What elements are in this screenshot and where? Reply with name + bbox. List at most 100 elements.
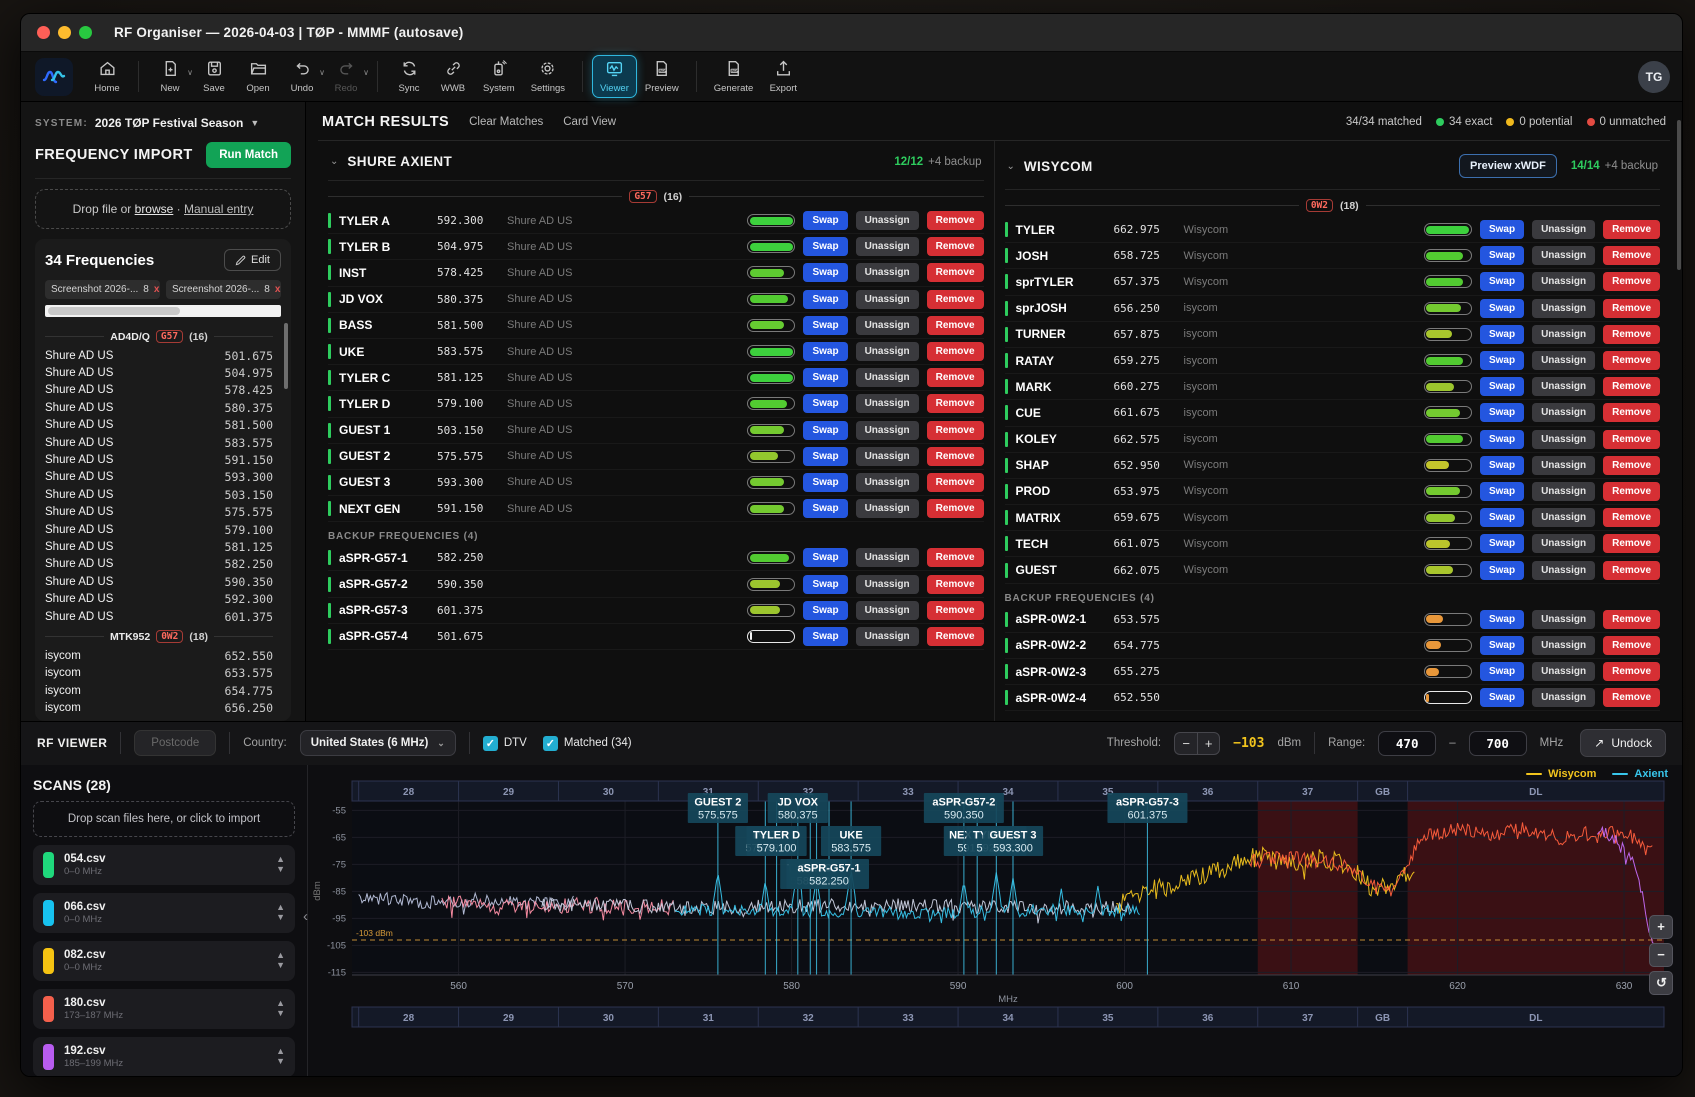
reorder-arrows[interactable]: ▲▼ xyxy=(276,999,285,1018)
scrollbar-thumb[interactable] xyxy=(48,307,180,315)
close-window-button[interactable] xyxy=(37,26,50,39)
unassign-button[interactable]: Unassign xyxy=(856,342,919,361)
swap-button[interactable]: Swap xyxy=(1480,662,1524,681)
swap-button[interactable]: Swap xyxy=(803,211,847,230)
frequency-list-row[interactable]: Shure AD US575.575 xyxy=(45,504,273,521)
unassign-button[interactable]: Unassign xyxy=(856,473,919,492)
unassign-button[interactable]: Unassign xyxy=(1532,403,1595,422)
unassign-button[interactable]: Unassign xyxy=(856,263,919,282)
swap-button[interactable]: Swap xyxy=(803,237,847,256)
checkbox-icon[interactable]: ✓ xyxy=(543,736,558,751)
toolbar-sync-button[interactable]: Sync xyxy=(388,56,430,97)
frequency-list-row[interactable]: Shure AD US590.350 xyxy=(45,573,273,590)
swap-button[interactable]: Swap xyxy=(803,575,847,594)
unassign-button[interactable]: Unassign xyxy=(856,575,919,594)
swap-button[interactable]: Swap xyxy=(1480,534,1524,553)
remove-button[interactable]: Remove xyxy=(927,548,984,567)
remove-button[interactable]: Remove xyxy=(927,575,984,594)
unassign-button[interactable]: Unassign xyxy=(856,368,919,387)
zoom-out-button[interactable]: − xyxy=(1649,943,1673,967)
scan-color-swatch[interactable] xyxy=(43,996,54,1022)
unassign-button[interactable]: Unassign xyxy=(1532,272,1595,291)
list-scrollbar[interactable] xyxy=(284,323,288,389)
swap-button[interactable]: Swap xyxy=(1480,430,1524,449)
remove-button[interactable]: Remove xyxy=(1603,403,1660,422)
frequency-list-row[interactable]: isycom656.250 xyxy=(45,699,273,713)
scan-color-swatch[interactable] xyxy=(43,900,54,926)
spectrum-plot[interactable]: -103 dBm28293031323334353637GBDL28293031… xyxy=(308,779,1683,1041)
checkbox-dtv[interactable]: ✓DTV xyxy=(483,736,527,751)
toolbar-new-button[interactable]: New∨ xyxy=(149,56,191,97)
card-view-button[interactable]: Card View xyxy=(563,116,616,128)
scan-color-swatch[interactable] xyxy=(43,948,54,974)
imported-frequency-list[interactable]: AD4D/QG57(16)Shure AD US501.675Shure AD … xyxy=(45,325,281,713)
unassign-button[interactable]: Unassign xyxy=(1532,610,1595,629)
frequency-list-row[interactable]: Shure AD US582.250 xyxy=(45,556,273,573)
swap-button[interactable]: Swap xyxy=(1480,508,1524,527)
swap-button[interactable]: Swap xyxy=(803,290,847,309)
scan-file-item[interactable]: 054.csv0–0 MHz▲▼ xyxy=(33,845,295,885)
unassign-button[interactable]: Unassign xyxy=(1532,246,1595,265)
match-results-scrollbar[interactable] xyxy=(1677,120,1681,270)
frequency-list-row[interactable]: Shure AD US601.375 xyxy=(45,608,273,625)
threshold-plus-button[interactable]: + xyxy=(1197,732,1220,755)
unassign-button[interactable]: Unassign xyxy=(856,237,919,256)
remove-button[interactable]: Remove xyxy=(1603,299,1660,318)
unassign-button[interactable]: Unassign xyxy=(1532,430,1595,449)
remove-button[interactable]: Remove xyxy=(1603,610,1660,629)
unassign-button[interactable]: Unassign xyxy=(856,421,919,440)
swap-button[interactable]: Swap xyxy=(803,316,847,335)
unassign-button[interactable]: Unassign xyxy=(856,211,919,230)
unassign-button[interactable]: Unassign xyxy=(1532,688,1595,707)
remove-button[interactable]: Remove xyxy=(1603,272,1660,291)
remove-button[interactable]: Remove xyxy=(1603,688,1660,707)
remove-button[interactable]: Remove xyxy=(1603,561,1660,580)
reorder-arrows[interactable]: ▲▼ xyxy=(276,855,285,874)
frequency-list-row[interactable]: Shure AD US503.150 xyxy=(45,486,273,503)
toolbar-viewer-button[interactable]: Viewer xyxy=(593,56,636,97)
unassign-button[interactable]: Unassign xyxy=(1532,561,1595,580)
manual-entry-link[interactable]: Manual entry xyxy=(184,202,253,216)
toolbar-wwb-button[interactable]: WWB xyxy=(432,56,474,97)
unassign-button[interactable]: Unassign xyxy=(1532,636,1595,655)
remove-button[interactable]: Remove xyxy=(1603,508,1660,527)
reorder-arrows[interactable]: ▲▼ xyxy=(276,1047,285,1066)
frequency-list-row[interactable]: Shure AD US580.375 xyxy=(45,399,273,416)
remove-button[interactable]: Remove xyxy=(927,473,984,492)
country-select[interactable]: United States (6 MHz)⌄ xyxy=(300,730,456,756)
swap-button[interactable]: Swap xyxy=(1480,246,1524,265)
swap-button[interactable]: Swap xyxy=(1480,688,1524,707)
remove-button[interactable]: Remove xyxy=(927,211,984,230)
swap-button[interactable]: Swap xyxy=(1480,610,1524,629)
remove-button[interactable]: Remove xyxy=(1603,482,1660,501)
remove-button[interactable]: Remove xyxy=(927,499,984,518)
range-from-input[interactable]: 470 xyxy=(1378,731,1436,756)
remove-button[interactable]: Remove xyxy=(927,316,984,335)
run-match-button[interactable]: Run Match xyxy=(206,142,291,168)
scan-color-swatch[interactable] xyxy=(43,1044,54,1070)
preview-xwdf-button[interactable]: Preview xWDF xyxy=(1459,154,1557,178)
unassign-button[interactable]: Unassign xyxy=(1532,351,1595,370)
unassign-button[interactable]: Unassign xyxy=(856,601,919,620)
remove-button[interactable]: Remove xyxy=(927,237,984,256)
remove-button[interactable]: Remove xyxy=(927,601,984,620)
swap-button[interactable]: Swap xyxy=(803,473,847,492)
frequency-list-row[interactable]: Shure AD US578.425 xyxy=(45,382,273,399)
remove-button[interactable]: Remove xyxy=(1603,534,1660,553)
toolbar-preview-button[interactable]: WDFPreview xyxy=(638,56,686,97)
toolbar-open-button[interactable]: Open xyxy=(237,56,279,97)
swap-button[interactable]: Swap xyxy=(803,342,847,361)
remove-button[interactable]: Remove xyxy=(927,342,984,361)
swap-button[interactable]: Swap xyxy=(803,421,847,440)
unassign-button[interactable]: Unassign xyxy=(856,394,919,413)
file-drop-zone[interactable]: Drop file or browse · Manual entry xyxy=(35,189,291,229)
clear-matches-button[interactable]: Clear Matches xyxy=(469,116,543,128)
swap-button[interactable]: Swap xyxy=(803,627,847,646)
checkbox-matched-34-[interactable]: ✓Matched (34) xyxy=(543,736,632,751)
minimize-window-button[interactable] xyxy=(58,26,71,39)
swap-button[interactable]: Swap xyxy=(1480,561,1524,580)
frequency-list-row[interactable]: Shure AD US579.100 xyxy=(45,521,273,538)
swap-button[interactable]: Swap xyxy=(803,368,847,387)
imported-file-chip[interactable]: Screenshot 2026-...8x xyxy=(45,280,160,299)
unassign-button[interactable]: Unassign xyxy=(1532,662,1595,681)
